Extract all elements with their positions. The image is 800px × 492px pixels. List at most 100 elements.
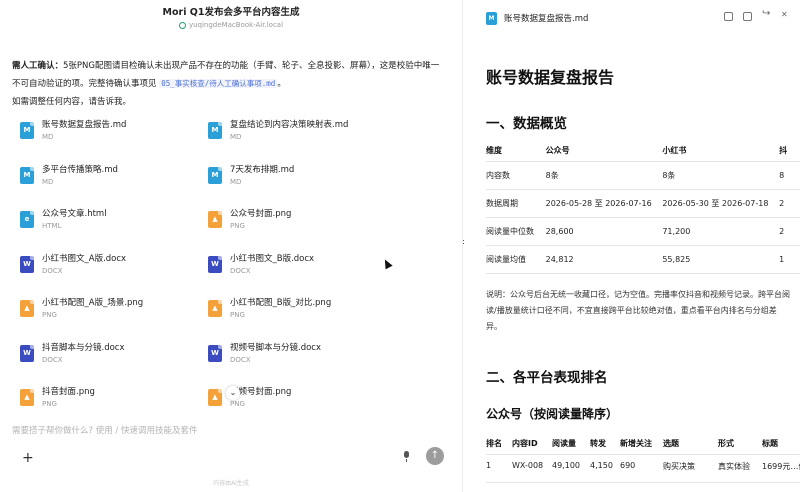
preview-header: M 账号数据复盘报告.md [486,8,798,26]
table-cell: 购买决策 [663,461,695,471]
share-icon[interactable] [762,8,771,21]
file-type: DOCX [42,266,63,275]
section-heading-overview: 一、数据概览 [486,116,567,132]
file-item[interactable]: M 复盘结论到内容决策映射表.md MD [208,118,398,141]
table-cell: 4,150 [590,460,613,470]
file-item[interactable]: e 公众号文章.html HTML [20,207,210,230]
file-type: PNG [230,400,245,408]
word-file-icon: W [20,255,34,273]
file-name: 7天发布排期.md [230,164,295,175]
md-file-icon: M [20,166,34,184]
file-item[interactable]: ▲ 小红书配图_A版_场景.png PNG [20,296,210,319]
file-item[interactable]: M 7天发布排期.md MD [208,163,398,186]
image-file-icon: ▲ [208,300,222,317]
table-header-cell: 新增关注 [620,439,652,449]
ranking-table: 排名 内容ID 阅读量 转发 新增关注 选题 形式 标题 1 WX-008 49,100 4,150 6… [486,434,800,483]
file-item[interactable]: M 账号数据复盘报告.md MD [20,118,210,141]
table-cell: 1 [486,460,492,470]
file-type: MD [230,177,242,186]
close-icon[interactable] [781,10,790,21]
folder-icon[interactable] [743,12,752,21]
file-item[interactable]: W 抖音脚本与分镜.docx DOCX [20,341,210,364]
file-type: PNG [42,400,57,408]
file-name: 视频号脚本与分镜.docx [230,342,322,353]
file-type: DOCX [230,355,251,364]
data-note: 说明：公众号后台无统一收藏口径，记为空值。完播率仅抖音和视频号记录。跨平台阅读/… [486,290,790,331]
send-button[interactable]: ↑ [426,447,444,465]
file-name: 公众号文章.html [42,209,107,219]
md-file-icon: M [208,166,222,184]
composer-input[interactable]: 需要搭子帮你做什么? 使用 / 快速调用技能及套件 [12,424,452,436]
file-name: 抖音脚本与分镜.docx [42,342,125,353]
file-name: 抖音封面.png [42,387,95,397]
table-cell: 71,200 [662,226,691,236]
table-cell: 1 [779,254,785,264]
file-type: MD [42,177,54,186]
file-name: 多平台传播策略.md [42,164,118,175]
table-header-cell: 小红书 [662,145,687,155]
scroll-down-button[interactable]: ⌄ [226,386,240,400]
file-type: PNG [230,222,245,230]
html-file-icon: e [20,211,34,228]
file-name: 小红书图文_B版.docx [230,253,315,264]
file-item[interactable]: ▲ 抖音封面.png PNG [20,385,210,408]
file-item[interactable]: ▲ 小红书配图_B版_对比.png PNG [208,296,398,319]
message-line-2: 不可自动验证的项。完整待确认事项见 05_事实核查/待人工确认事项.md。 [12,79,286,89]
table-header-cell: 排名 [486,439,502,449]
image-file-icon: ▲ [20,389,34,406]
table-cell: 8条 [662,170,676,180]
table-cell: 内容数 [486,170,510,180]
image-file-icon: ▲ [208,389,222,406]
file-item[interactable]: M 多平台传播策略.md MD [20,163,210,186]
message-line-3: 如需调整任何内容，请告诉我。 [12,97,132,107]
table-cell: 2 [779,226,785,236]
file-name: 复盘结论到内容决策映射表.md [230,120,349,130]
file-path-code[interactable]: 05_事实核查/待人工确认事项.md [159,79,278,88]
table-cell: 8条 [545,170,559,180]
table-cell: 阅读量中位数 [486,226,534,236]
file-type: MD [42,133,54,141]
table-row: 1 WX-008 49,100 4,150 690 购买决策 真实体验 1699元…你开完 [486,454,800,482]
host-subtitle: yuqingdeMacBook-Air.local [0,21,462,29]
section-heading-ranking: 二、各平台表现排名 [486,370,608,386]
table-cell: 2026-05-30 至 2026-07-18 [662,198,769,208]
file-name: 公众号封面.png [230,209,292,219]
file-name: 小红书图文_A版.docx [42,253,127,264]
table-header-row: 维度 公众号 小红书 抖 [486,140,800,161]
table-cell: 2 [779,198,785,208]
word-file-icon: W [208,344,222,362]
image-file-icon: ▲ [208,211,222,228]
table-row: 阅读量均值 24,812 55,825 1 [486,245,800,273]
open-external-icon[interactable] [724,12,733,21]
ai-disclaimer: 内容由AI生成 [213,480,249,487]
table-cell: 690 [620,460,636,470]
table-row: 内容数 8条 8条 8 [486,161,800,189]
host-name: yuqingdeMacBook-Air.local [188,21,284,29]
table-header-cell: 维度 [486,145,502,155]
table-cell: 24,812 [545,254,574,264]
chat-titlebar: Mori Q1发布会多平台内容生成 yuqingdeMacBook-Air.lo… [0,4,462,29]
table-cell: 阅读量均值 [486,254,526,264]
assistant-message: 需人工确认：5张PNG配图请目检确认未出现产品不存在的功能（手臂、轮子、全息投影… [12,57,452,111]
file-item[interactable]: W 小红书图文_B版.docx DOCX [208,252,398,275]
message-line-1: 需人工确认：5张PNG配图请目检确认未出现产品不存在的功能（手臂、轮子、全息投影… [12,61,440,71]
table-cell: 28,600 [545,226,574,236]
table-header-cell: 抖 [779,145,788,155]
md-file-icon: M [20,122,34,139]
doc-title: 账号数据复盘报告 [486,68,615,87]
file-item[interactable]: W 视频号脚本与分镜.docx DOCX [208,341,398,364]
window-title: Mori Q1发布会多平台内容生成 [162,7,300,18]
file-item[interactable]: ▲ 公众号封面.png PNG [208,207,398,230]
file-item[interactable]: W 小红书图文_A版.docx DOCX [20,252,210,275]
composer: 需要搭子帮你做什么? 使用 / 快速调用技能及套件 + ↑ [12,424,452,472]
file-type: DOCX [42,355,63,364]
table-header-cell: 标题 [762,439,778,449]
add-attachment-button[interactable]: + [22,450,34,466]
subheading-wechat: 公众号（按阅读量降序） [486,407,619,421]
file-name: 账号数据复盘报告.md [42,120,127,130]
microphone-icon[interactable] [403,451,411,462]
table-header-cell: 转发 [590,439,606,449]
preview-filename: 账号数据复盘报告.md [504,14,589,24]
table-header-cell: 阅读量 [552,439,576,449]
table-header-cell: 内容ID [512,439,538,449]
